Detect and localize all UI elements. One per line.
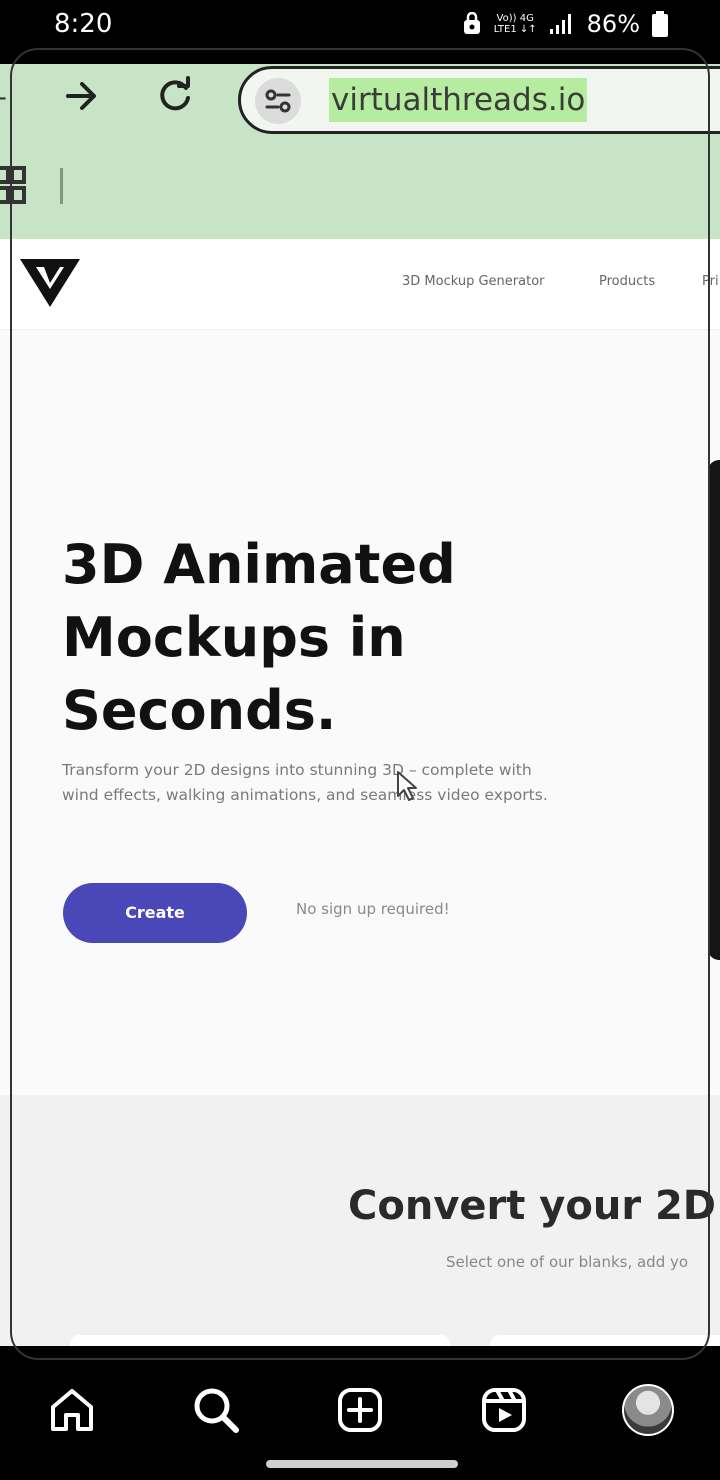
battery-icon <box>652 11 668 37</box>
video-frame: – virtualthreads.io <box>0 64 720 1346</box>
blank-card[interactable] <box>70 1335 450 1346</box>
status-icons: Vo)) 4G LTE1 ↓↑ 86% <box>462 10 668 38</box>
forward-arrow-icon[interactable] <box>64 78 100 114</box>
site-header: 3D Mockup Generator Products Pri <box>0 239 720 330</box>
status-time: 8:20 <box>54 9 113 39</box>
hero-subtitle: Transform your 2D designs into stunning … <box>62 761 548 804</box>
hero-title: 3D Animated Mockups in Seconds. <box>62 533 456 742</box>
status-bar: 8:20 Vo)) 4G LTE1 ↓↑ 86% <box>0 0 720 52</box>
signal-icon <box>549 14 571 34</box>
battery-level: 86% <box>586 10 640 38</box>
hero-section: 3D Animated Mockups in Seconds. Transfor… <box>0 330 720 1095</box>
nav-link-pricing[interactable]: Pri <box>702 274 719 289</box>
blank-card[interactable] <box>490 1335 720 1346</box>
reload-icon[interactable] <box>155 76 195 116</box>
network-indicator: Vo)) 4G LTE1 ↓↑ <box>494 13 537 35</box>
convert-section-title: Convert your 2D I <box>348 1183 720 1229</box>
no-signup-note: No sign up required! <box>296 900 450 918</box>
qr-code-icon[interactable] <box>0 166 28 206</box>
mouse-cursor-icon <box>397 771 417 801</box>
profile-tab[interactable] <box>620 1382 676 1438</box>
bottom-nav <box>0 1362 720 1480</box>
create-button[interactable]: Create <box>63 883 247 943</box>
toolbar-divider <box>60 168 63 204</box>
brand-logo[interactable] <box>18 255 82 311</box>
browser-toolbar: – virtualthreads.io <box>0 64 720 239</box>
home-indicator[interactable] <box>266 1460 458 1468</box>
network-lte: LTE1 ↓↑ <box>493 24 537 35</box>
convert-section: Convert your 2D I Select one of our blan… <box>0 1095 720 1346</box>
back-arrow-icon[interactable]: – <box>0 80 7 115</box>
reels-icon[interactable] <box>476 1382 532 1438</box>
url-text[interactable]: virtualthreads.io <box>329 78 588 122</box>
vpn-lock-icon <box>463 12 480 34</box>
network-type: Vo)) 4G <box>496 13 534 24</box>
convert-section-subtitle: Select one of our blanks, add yo <box>446 1253 689 1271</box>
address-bar[interactable]: virtualthreads.io <box>238 66 720 134</box>
search-icon[interactable] <box>188 1382 244 1438</box>
create-post-icon[interactable] <box>332 1382 388 1438</box>
home-icon[interactable] <box>44 1382 100 1438</box>
avatar[interactable] <box>622 1384 674 1436</box>
nav-link-3d-mockup-generator[interactable]: 3D Mockup Generator <box>402 274 545 289</box>
device-preview-edge <box>708 460 720 960</box>
site-settings-icon[interactable] <box>255 78 301 124</box>
nav-link-products[interactable]: Products <box>599 274 655 289</box>
